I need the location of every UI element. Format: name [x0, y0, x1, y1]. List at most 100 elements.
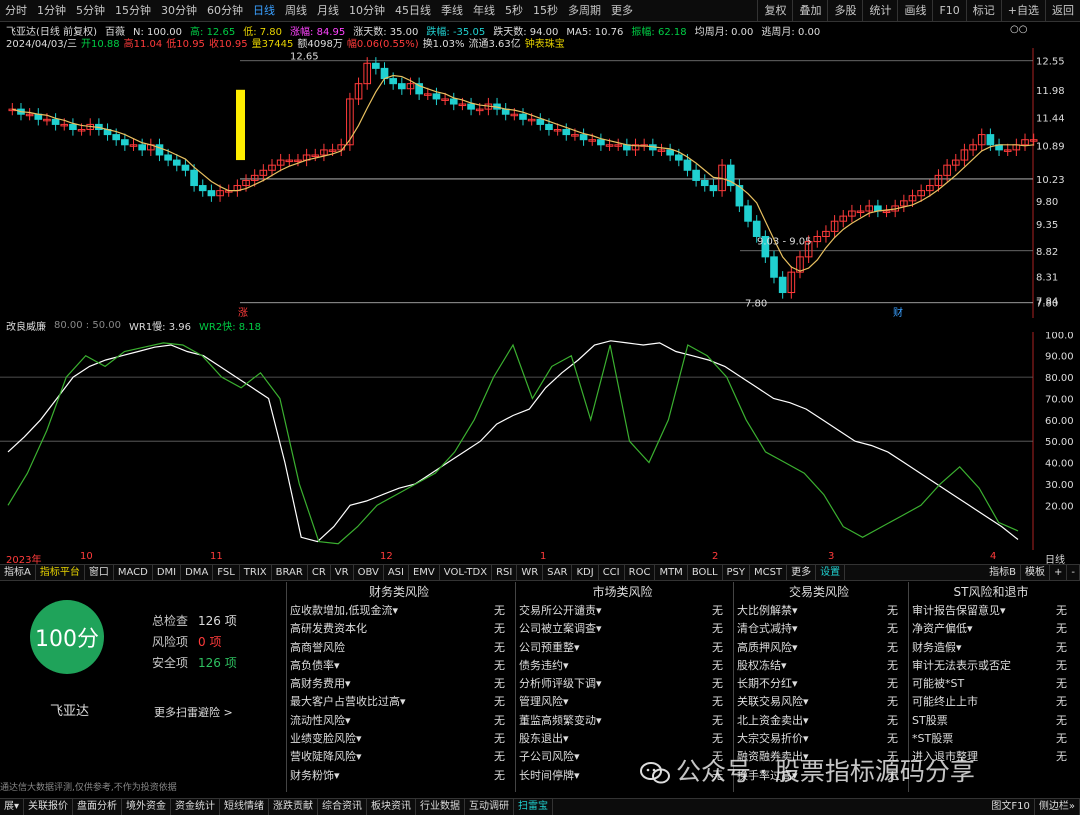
indicator-tab-24[interactable]: MCST	[750, 565, 788, 580]
indicator-right-1[interactable]: 模板	[1021, 565, 1050, 580]
risk-item[interactable]: 高商誉风险 无	[287, 639, 511, 657]
indicator-tab-2[interactable]: 窗口	[85, 565, 114, 580]
risk-item[interactable]: 关联交易风险▾ 无	[734, 693, 904, 711]
indicator-tab-12[interactable]: ASI	[384, 565, 409, 580]
risk-item[interactable]: 审计报告保留意见▾ 无	[909, 602, 1073, 620]
bottom-tab-10[interactable]: 互动调研	[465, 799, 515, 815]
risk-item[interactable]: 流动性风险▾ 无	[287, 712, 511, 730]
indicator-tab-7[interactable]: TRIX	[240, 565, 272, 580]
indicator-tab-23[interactable]: PSY	[723, 565, 751, 580]
period-tab-16[interactable]: 更多	[606, 0, 638, 21]
indicator-tab-21[interactable]: MTM	[655, 565, 688, 580]
indicator-right-2[interactable]: +	[1050, 565, 1068, 580]
bottom-tab-2[interactable]: 盘面分析	[73, 799, 123, 815]
indicator-tab-11[interactable]: OBV	[354, 565, 384, 580]
risk-item[interactable]: 财务粉饰▾ 无	[287, 767, 511, 785]
risk-item[interactable]: 管理风险▾ 无	[516, 693, 729, 711]
indicator-tab-10[interactable]: VR	[331, 565, 354, 580]
indicator-tab-3[interactable]: MACD	[114, 565, 153, 580]
toolbar-button-7[interactable]: +自选	[1000, 0, 1045, 21]
toolbar-button-3[interactable]: 统计	[862, 0, 897, 21]
risk-item[interactable]: 业绩变脸风险▾ 无	[287, 730, 511, 748]
bottom-tab-4[interactable]: 资金统计	[171, 799, 221, 815]
candlestick-chart[interactable]: 12.55 11.98 11.44 10.89 10.23 9.80 9.35 8.82 8.3…	[0, 48, 1080, 318]
indicator-tab-22[interactable]: BOLL	[688, 565, 723, 580]
bottom-tab-0[interactable]: 展▾	[0, 799, 25, 815]
indicator-tab-4[interactable]: DMI	[153, 565, 182, 580]
period-tab-3[interactable]: 15分钟	[110, 0, 156, 21]
period-tab-11[interactable]: 季线	[436, 0, 468, 21]
risk-item[interactable]: 审计无法表示或否定 无	[909, 657, 1073, 675]
risk-item[interactable]: 营收陡降风险▾ 无	[287, 748, 511, 766]
toolbar-button-4[interactable]: 画线	[897, 0, 932, 21]
toolbar-button-1[interactable]: 叠加	[792, 0, 827, 21]
bottom-tab-9[interactable]: 行业数据	[416, 799, 466, 815]
period-tab-13[interactable]: 5秒	[500, 0, 528, 21]
indicator-tab-13[interactable]: EMV	[409, 565, 440, 580]
bottom-tab-1[interactable]: 关联报价	[24, 799, 74, 815]
indicator-tab-26[interactable]: 设置	[816, 565, 846, 580]
bottom-tab-5[interactable]: 短线情绪	[220, 799, 270, 815]
risk-item[interactable]: 高研发费资本化 无	[287, 620, 511, 638]
more-scan-link[interactable]: 更多扫雷避险 >	[154, 704, 233, 720]
bottom-tab-6[interactable]: 涨跌贡献	[269, 799, 319, 815]
indicator-tab-0[interactable]: 指标A	[0, 565, 36, 580]
bottom-tab-8[interactable]: 板块资讯	[367, 799, 417, 815]
risk-item[interactable]: 交易所公开谴责▾ 无	[516, 602, 729, 620]
toolbar-button-0[interactable]: 复权	[757, 0, 792, 21]
risk-item[interactable]: 净资产偏低▾ 无	[909, 620, 1073, 638]
risk-item[interactable]: 股东退出▾ 无	[516, 730, 729, 748]
period-tab-12[interactable]: 年线	[468, 0, 500, 21]
indicator-right-3[interactable]: -	[1067, 565, 1080, 580]
indicator-tab-16[interactable]: WR	[517, 565, 544, 580]
risk-item[interactable]: 公司预重整▾ 无	[516, 639, 729, 657]
bottom-tab-3[interactable]: 境外资金	[122, 799, 172, 815]
risk-item[interactable]: 最大客户占营收比过高▾ 无	[287, 693, 511, 711]
f10-button[interactable]: 图文F10	[987, 799, 1035, 815]
risk-item[interactable]: *ST股票 无	[909, 730, 1073, 748]
risk-item[interactable]: 财务造假▾ 无	[909, 639, 1073, 657]
toolbar-button-2[interactable]: 多股	[827, 0, 862, 21]
risk-item[interactable]: 大比例解禁▾ 无	[734, 602, 904, 620]
indicator-tab-17[interactable]: SAR	[543, 565, 573, 580]
risk-item[interactable]: 可能终止上市 无	[909, 693, 1073, 711]
indicator-tab-18[interactable]: KDJ	[572, 565, 599, 580]
bottom-tab-11[interactable]: 扫雷宝	[514, 799, 554, 815]
indicator-tab-14[interactable]: VOL-TDX	[440, 565, 493, 580]
risk-item[interactable]: 应收款增加,低现金流▾ 无	[287, 602, 511, 620]
risk-item[interactable]: 清仓式减持▾ 无	[734, 620, 904, 638]
risk-item[interactable]: ST股票 无	[909, 712, 1073, 730]
toolbar-button-5[interactable]: F10	[932, 0, 965, 21]
risk-item[interactable]: 可能被*ST 无	[909, 675, 1073, 693]
indicator-tab-1[interactable]: 指标平台	[36, 565, 85, 580]
period-tab-9[interactable]: 10分钟	[344, 0, 390, 21]
risk-item[interactable]: 股权冻结▾ 无	[734, 657, 904, 675]
risk-item[interactable]: 北上资金卖出▾ 无	[734, 712, 904, 730]
period-tab-8[interactable]: 月线	[312, 0, 344, 21]
risk-item[interactable]: 分析师评级下调▾ 无	[516, 675, 729, 693]
indicator-tab-6[interactable]: FSL	[213, 565, 240, 580]
risk-item[interactable]: 董监高频繁变动▾ 无	[516, 712, 729, 730]
risk-item[interactable]: 高财务费用▾ 无	[287, 675, 511, 693]
period-tab-7[interactable]: 周线	[280, 0, 312, 21]
period-tab-4[interactable]: 30分钟	[156, 0, 202, 21]
toolbar-button-6[interactable]: 标记	[965, 0, 1001, 21]
sidebar-button[interactable]: 侧边栏»	[1035, 799, 1080, 815]
williams-oscillator-chart[interactable]: 100.0 90.00 80.00 70.00 60.00 50.00 40.00 30.00…	[0, 332, 1080, 550]
risk-item[interactable]: 高质押风险▾ 无	[734, 639, 904, 657]
indicator-tab-20[interactable]: ROC	[625, 565, 656, 580]
period-tab-10[interactable]: 45日线	[390, 0, 436, 21]
risk-item[interactable]: 公司被立案调查▾ 无	[516, 620, 729, 638]
indicator-tab-8[interactable]: BRAR	[272, 565, 308, 580]
period-tab-1[interactable]: 1分钟	[32, 0, 71, 21]
toolbar-button-8[interactable]: 返回	[1045, 0, 1080, 21]
period-tab-6[interactable]: 日线	[248, 0, 280, 21]
period-tab-2[interactable]: 5分钟	[71, 0, 110, 21]
indicator-tab-15[interactable]: RSI	[492, 565, 518, 580]
period-tab-5[interactable]: 60分钟	[202, 0, 248, 21]
risk-item[interactable]: 债务违约▾ 无	[516, 657, 729, 675]
indicator-tab-25[interactable]: 更多	[787, 565, 817, 580]
indicator-right-0[interactable]: 指标B	[985, 565, 1021, 580]
risk-item[interactable]: 大宗交易折价▾ 无	[734, 730, 904, 748]
period-tab-14[interactable]: 15秒	[528, 0, 563, 21]
